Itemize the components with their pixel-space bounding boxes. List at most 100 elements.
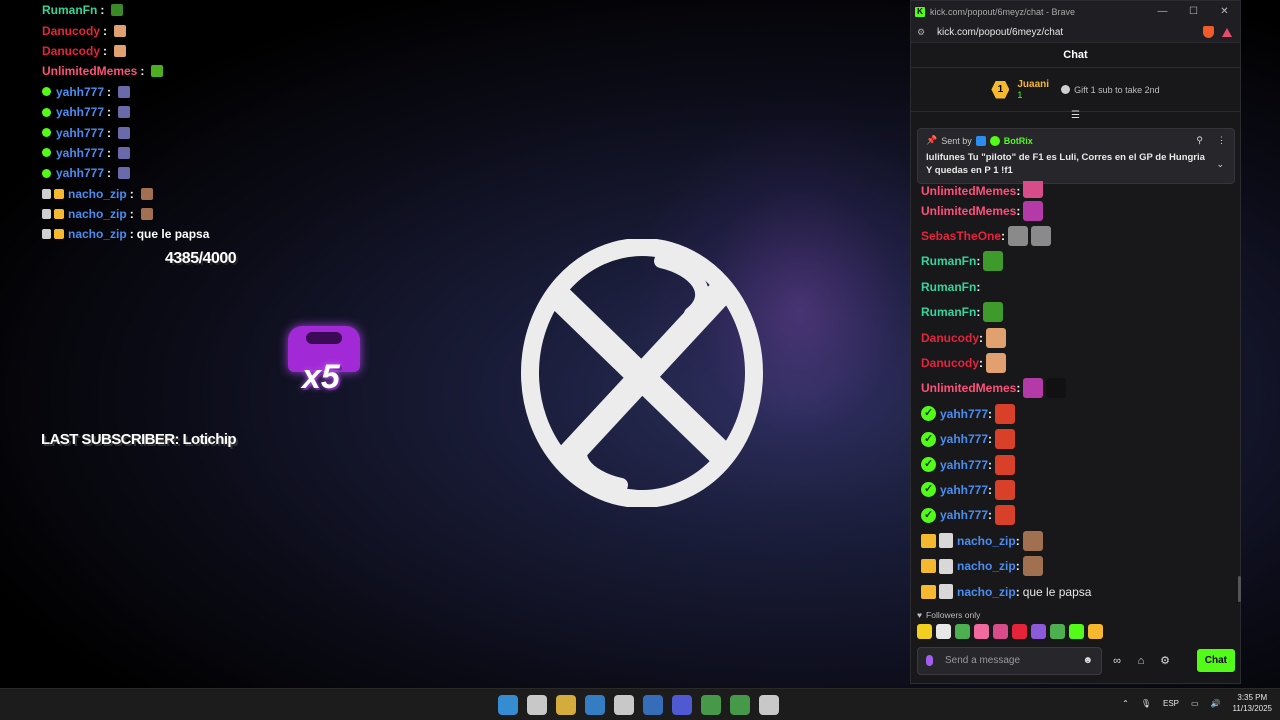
store-icon[interactable]: ⌂ (1132, 655, 1150, 667)
chat-message[interactable]: nacho_zip: que le papsa (921, 579, 1236, 604)
language-indicator[interactable]: ESP (1163, 699, 1179, 708)
pinned-message[interactable]: 📌 Sent by BotRix ⚲ ⋮ lulifunes Tu "pilot… (917, 128, 1235, 184)
brave-shield-icon[interactable] (1203, 26, 1214, 38)
settings-icon[interactable] (759, 695, 779, 715)
file-explorer-icon[interactable] (556, 695, 576, 715)
emote-icon[interactable] (983, 302, 1004, 323)
chat-username[interactable]: yahh777 (940, 458, 988, 472)
volume-icon[interactable]: 🔊 (1211, 699, 1221, 708)
chat-username[interactable]: UnlimitedMemes (921, 184, 1016, 198)
chat-username[interactable]: nacho_zip (957, 559, 1016, 573)
chat-message[interactable]: Danucody: (921, 350, 1236, 375)
chat-message[interactable]: yahh777: (921, 427, 1236, 452)
chat-username[interactable]: UnlimitedMemes (921, 381, 1016, 395)
quick-emote-icon[interactable] (1031, 624, 1046, 639)
tray-overflow-icon[interactable]: ⌃ (1122, 699, 1129, 708)
chat-username[interactable]: nacho_zip (957, 585, 1016, 599)
chat-username[interactable]: SebasTheOne (921, 229, 1001, 243)
collapse-leaderboard-icon[interactable]: ☰ (1071, 110, 1080, 121)
quick-emote-icon[interactable] (955, 624, 970, 639)
verified-badge-icon[interactable] (921, 431, 936, 447)
verified-badge-icon[interactable] (921, 507, 936, 523)
emote-icon[interactable] (1023, 200, 1044, 221)
chat-message[interactable]: nacho_zip: (921, 553, 1236, 578)
emote-icon[interactable] (1031, 226, 1052, 247)
chat-username[interactable]: yahh777 (940, 483, 988, 497)
chat-message[interactable]: UnlimitedMemes: (921, 198, 1236, 223)
chat-username[interactable]: Danucody (921, 331, 979, 345)
emote-icon[interactable] (986, 353, 1007, 374)
chat-message[interactable]: UnlimitedMemes: (921, 181, 1236, 198)
address-bar[interactable]: ⚙ kick.com/popout/6meyz/chat (911, 22, 1240, 43)
emote-icon[interactable] (995, 505, 1016, 526)
gift-leaderboard[interactable]: 1 Juaani 1 Gift 1 sub to take 2nd (911, 68, 1240, 112)
emote-icon[interactable] (983, 251, 1004, 272)
chat-username[interactable]: RumanFn (921, 305, 976, 319)
unpin-icon[interactable]: ⚲ (1196, 135, 1203, 146)
discord-icon[interactable] (672, 695, 692, 715)
more-options-icon[interactable]: ⋮ (1217, 135, 1226, 146)
kicks-icon[interactable]: ∞ (1108, 655, 1126, 667)
clock[interactable]: 3:35 PM 11/13/2025 (1233, 692, 1272, 714)
pinned-sender[interactable]: BotRix (1004, 136, 1033, 146)
quick-emote-icon[interactable] (1050, 624, 1065, 639)
minimize-button[interactable]: — (1147, 6, 1178, 17)
network-icon[interactable]: ▭ (1191, 699, 1199, 708)
crown-badge-icon[interactable] (921, 584, 936, 599)
store-icon[interactable] (585, 695, 605, 715)
settings-gear-icon[interactable]: ⚙ (1156, 654, 1174, 667)
emote-icon[interactable] (1023, 181, 1044, 198)
close-button[interactable]: ✕ (1209, 6, 1240, 17)
chat-message[interactable]: yahh777: (921, 477, 1236, 502)
emote-icon[interactable] (995, 429, 1016, 450)
terminal-icon[interactable] (730, 695, 750, 715)
emote-icon[interactable] (986, 327, 1007, 348)
emote-icon[interactable] (1023, 378, 1044, 399)
chat-message[interactable]: yahh777: (921, 401, 1236, 426)
chat-message[interactable]: Danucody: (921, 325, 1236, 350)
brave-rewards-icon[interactable] (1222, 27, 1232, 37)
emote-icon[interactable] (1022, 556, 1043, 577)
crown-badge-icon[interactable] (921, 533, 936, 548)
quick-emote-icon[interactable] (993, 624, 1008, 639)
leader-name[interactable]: Juaani (1017, 79, 1049, 90)
chat-username[interactable]: yahh777 (940, 508, 988, 522)
vscode-icon[interactable] (643, 695, 663, 715)
url-text[interactable]: kick.com/popout/6meyz/chat (937, 27, 1063, 38)
subscriber-badge-icon[interactable] (939, 584, 953, 600)
site-settings-icon[interactable]: ⚙ (917, 27, 927, 38)
chat-username[interactable]: RumanFn (921, 280, 976, 294)
chat-username[interactable]: yahh777 (940, 407, 988, 421)
quick-emote-icon[interactable] (917, 624, 932, 639)
emote-icon[interactable] (995, 479, 1016, 500)
chat-message[interactable]: RumanFn: (921, 249, 1236, 274)
chat-message[interactable]: RumanFn: (921, 300, 1236, 325)
chat-username[interactable]: nacho_zip (957, 534, 1016, 548)
microphone-tray-icon[interactable]: 🎙 (1141, 699, 1151, 708)
chrome-icon[interactable] (701, 695, 721, 715)
chat-message[interactable]: RumanFn: (921, 274, 1236, 299)
subscriber-badge-icon[interactable] (939, 533, 953, 549)
verified-badge-icon[interactable] (921, 482, 936, 498)
chevron-down-icon[interactable]: ⌄ (1216, 159, 1224, 170)
verified-badge-icon[interactable] (921, 406, 936, 422)
emoji-picker-icon[interactable]: ☻ (1082, 655, 1093, 666)
chat-username[interactable]: UnlimitedMemes (921, 204, 1016, 218)
chat-username[interactable]: RumanFn (921, 254, 976, 268)
emote-icon[interactable] (1022, 530, 1043, 551)
crown-badge-icon[interactable] (921, 559, 936, 574)
chat-message[interactable]: yahh777: (921, 452, 1236, 477)
gift-prompt[interactable]: Gift 1 sub to take 2nd (1061, 85, 1160, 95)
maximize-button[interactable]: ☐ (1178, 6, 1209, 17)
verified-badge-icon[interactable] (921, 457, 936, 473)
search-icon[interactable] (527, 695, 547, 715)
quick-emote-icon[interactable] (936, 624, 951, 639)
quick-emote-icon[interactable] (1012, 624, 1027, 639)
chat-message[interactable]: SebasTheOne: (921, 223, 1236, 248)
chat-message[interactable]: UnlimitedMemes: (921, 376, 1236, 401)
chat-username[interactable]: yahh777 (940, 432, 988, 446)
subscriber-badge-icon[interactable] (939, 558, 953, 574)
quick-emote-icon[interactable] (1088, 624, 1103, 639)
chat-message[interactable]: yahh777: (921, 503, 1236, 528)
emote-icon[interactable] (995, 454, 1016, 475)
